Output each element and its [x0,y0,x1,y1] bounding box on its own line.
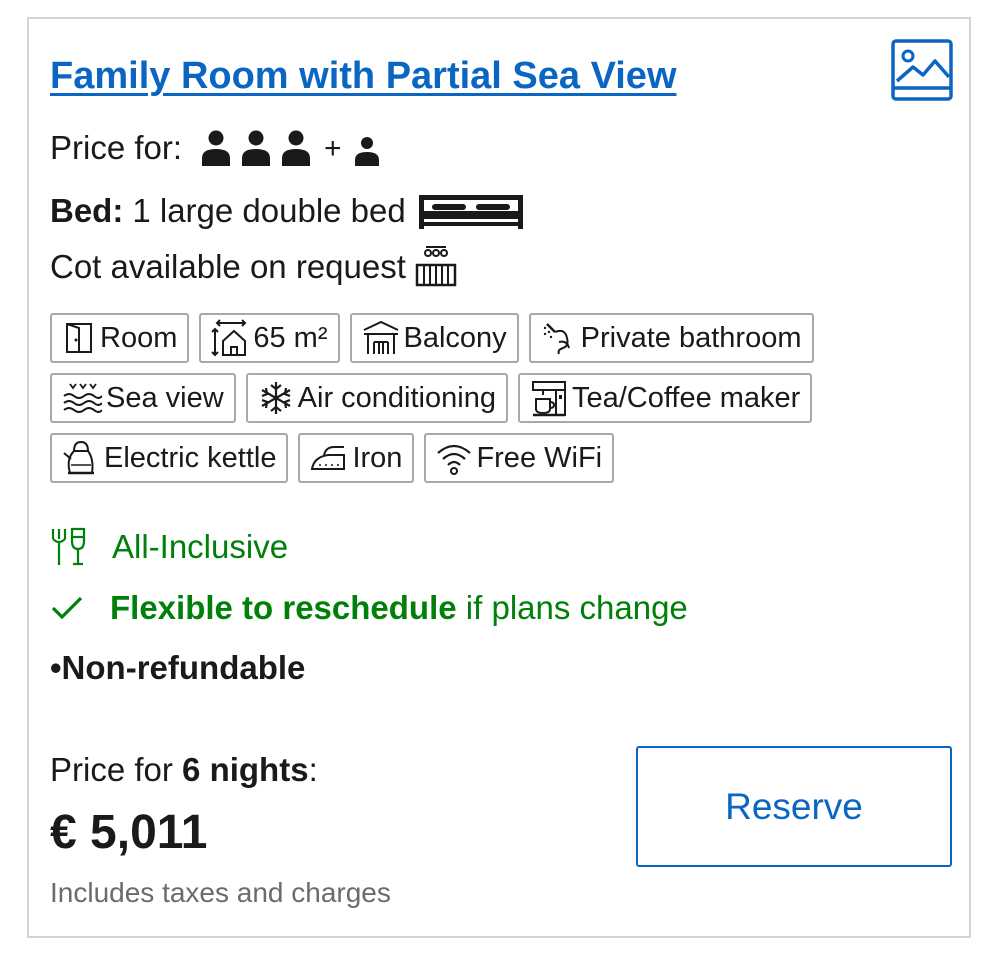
facility-chip-room: Room [50,313,190,363]
occupancy-plus: + [324,132,342,165]
occupancy-icons: + [200,130,380,166]
facility-chip-sea-view: Sea view [50,373,236,423]
double-bed-icon [418,195,523,229]
nights-count: 6 nights [182,751,309,788]
facility-chip-air-conditioning: Air conditioning [245,373,508,423]
facility-chip-size: 65 m² [199,313,340,363]
meal-plan: All-Inclusive [50,527,288,567]
total-price: € 5,011 [50,806,208,859]
facility-chip-iron: Iron [298,433,415,483]
iron-icon [311,446,346,470]
flexible-rest-text: if plans change [456,589,688,626]
flexible-bold-text: Flexible to reschedule [110,589,457,626]
room-card: Family Room with Partial Sea View Price … [27,17,971,938]
price-label-prefix: Price for [50,751,183,788]
wifi-icon [437,444,472,475]
coffee-maker-icon [531,381,566,417]
facility-label: Iron [352,441,403,474]
facility-chip-coffee-maker: Tea/Coffee maker [517,373,813,423]
taxes-note: Includes taxes and charges [50,877,391,908]
cot-text: Cot available on request [50,248,406,285]
cot-info: Cot available on request [50,245,458,289]
room-title-link[interactable]: Family Room with Partial Sea View [50,55,677,98]
adult-icon [282,130,311,166]
door-icon [66,323,92,353]
sea-view-icon [63,383,102,413]
kettle-icon [63,440,94,475]
cutlery-glass-icon [51,527,86,566]
adult-icon [202,130,231,166]
price-for-occupancy: Price for: + [50,129,380,167]
facility-label: Room [100,321,178,354]
checkmark-icon [51,596,83,620]
adult-icon [242,130,271,166]
facility-label: Tea/Coffee maker [571,381,801,414]
photo-gallery-icon[interactable] [891,39,953,101]
facility-chip-balcony: Balcony [349,313,519,363]
snowflake-icon [261,382,291,414]
bed-info: Bed: 1 large double bed [50,191,526,231]
cot-icon [415,246,457,287]
meal-plan-text: All-Inclusive [112,528,289,565]
facility-chips: Room 65 m² Balcony Private bathroom Sea … [50,313,930,483]
price-for-label: Price for: [50,129,183,166]
facility-label: Air conditioning [297,381,496,414]
facility-chip-bathroom: Private bathroom [528,313,814,363]
price-nights-label: Price for 6 nights: [50,751,318,789]
facility-label: Balcony [403,321,507,354]
facility-label: Private bathroom [580,321,802,354]
child-icon [354,137,379,166]
shower-icon [543,323,570,355]
room-size-icon [211,319,247,357]
facility-label: Free WiFi [476,441,603,474]
facility-label: Electric kettle [104,441,277,474]
facility-chip-kettle: Electric kettle [50,433,289,483]
price-label-suffix: : [308,751,318,788]
flexible-reschedule: Flexible to reschedule if plans change [50,589,688,627]
bed-value: 1 large double bed [132,192,406,229]
facility-label: 65 m² [253,321,328,354]
balcony-icon [363,320,398,354]
facility-chip-wifi: Free WiFi [424,433,615,483]
facility-label: Sea view [106,381,224,414]
reserve-button[interactable]: Reserve [636,746,952,867]
non-refundable-text: •Non-refundable [50,649,306,686]
bed-label: Bed: [50,192,124,229]
